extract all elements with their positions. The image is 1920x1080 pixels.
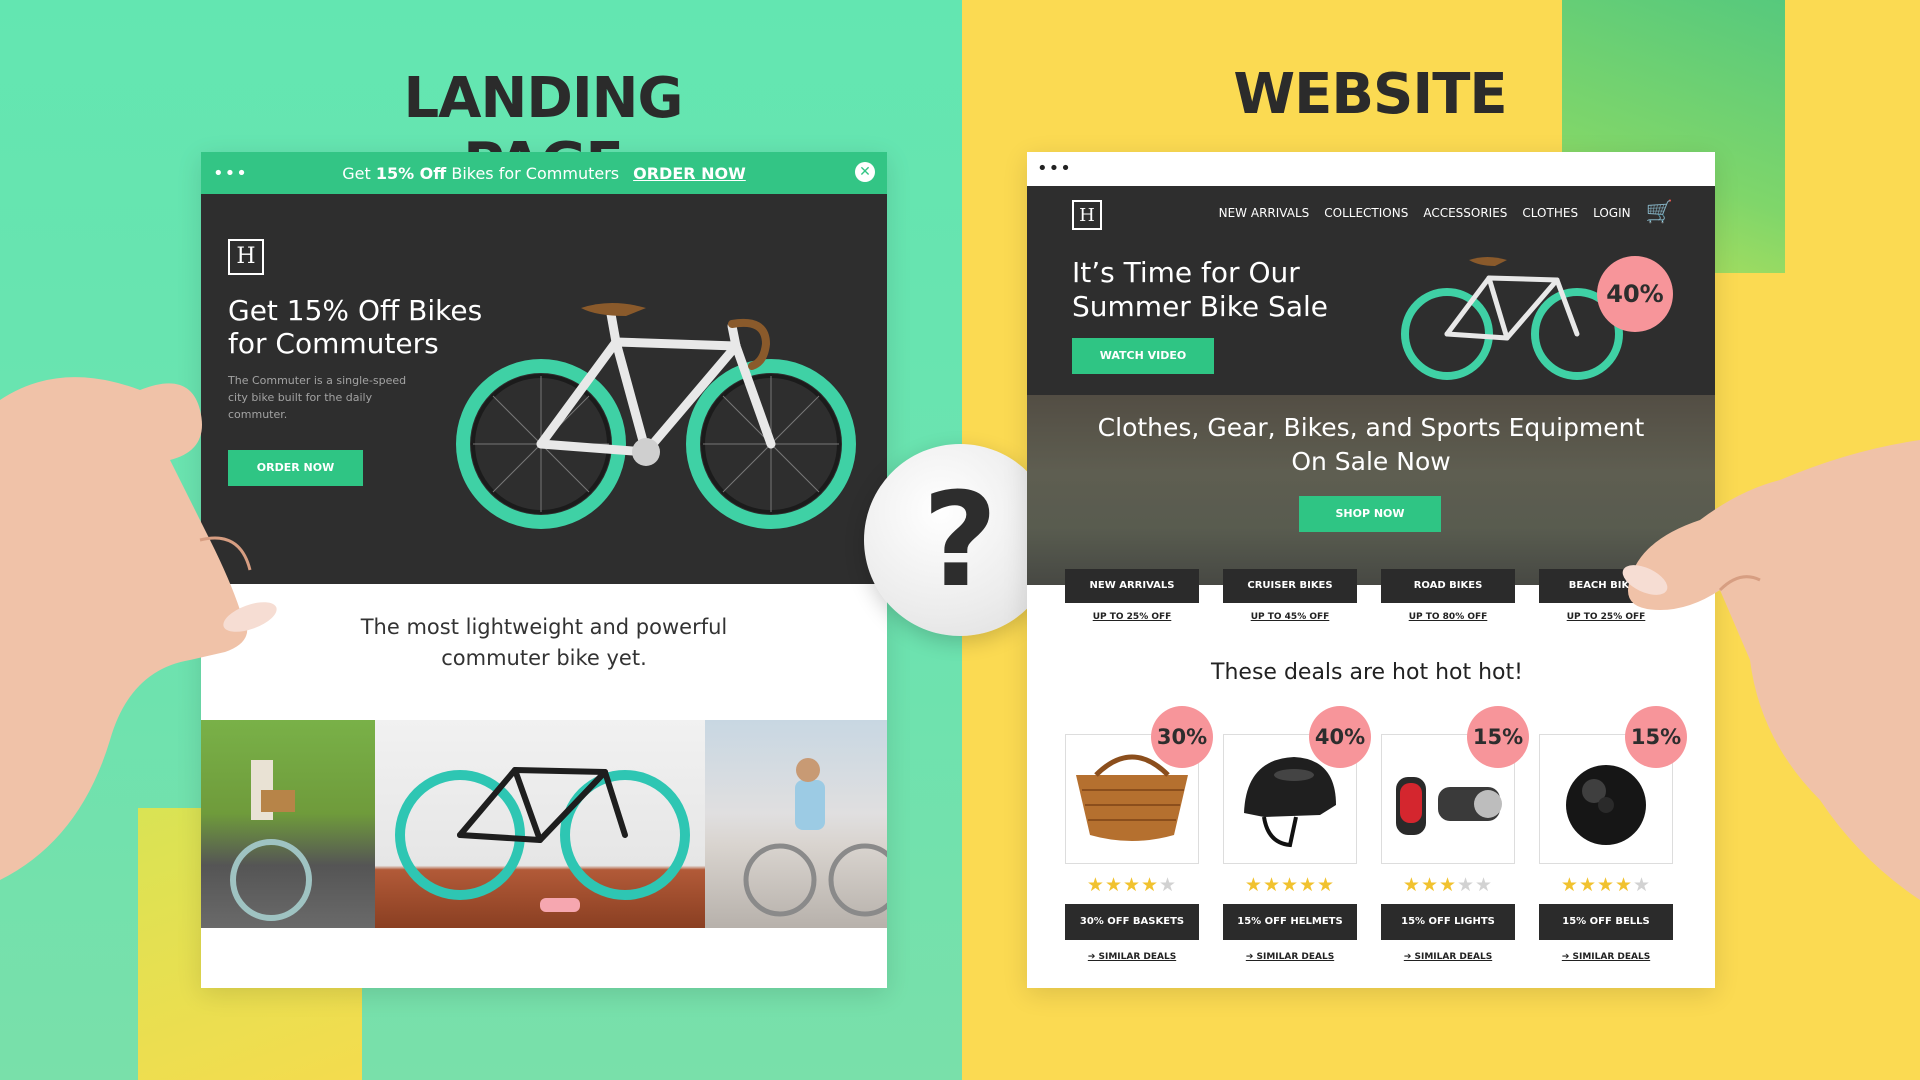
banner-title: Clothes, Gear, Bikes, and Sports Equipme… bbox=[1097, 413, 1645, 476]
landing-hero: H Get 15% Off Bikes for Commuters The Co… bbox=[201, 194, 887, 584]
nav-new-arrivals[interactable]: NEW ARRIVALS bbox=[1219, 206, 1310, 220]
nav-collections[interactable]: COLLECTIONS bbox=[1324, 206, 1408, 220]
brand-logo[interactable]: H bbox=[228, 239, 264, 275]
nav-clothes[interactable]: CLOTHES bbox=[1522, 206, 1578, 220]
similar-deals-link[interactable]: ➔ SIMILAR DEALS bbox=[1381, 952, 1515, 962]
star-rating: ★★★★★ bbox=[1086, 874, 1178, 896]
photo-man-cycling bbox=[705, 720, 887, 928]
promo-text: Get 15% Off Bikes for Commuters bbox=[342, 163, 620, 183]
category-cruiser-bikes[interactable]: CRUISER BIKES bbox=[1223, 569, 1357, 603]
website-heading: WEBSITE bbox=[1233, 62, 1507, 127]
cart-icon[interactable]: 🛒 bbox=[1646, 202, 1673, 224]
tagline: The most lightweight and powerful commut… bbox=[360, 615, 728, 670]
bike-image bbox=[1401, 257, 1623, 380]
category-discount-link[interactable]: UP TO 45% OFF bbox=[1223, 612, 1357, 622]
sale-badge: 40% bbox=[1597, 256, 1673, 332]
window-dots: ••• bbox=[1037, 158, 1072, 179]
close-icon[interactable]: ✕ bbox=[855, 162, 875, 182]
category-new-arrivals[interactable]: NEW ARRIVALS bbox=[1065, 569, 1199, 603]
similar-deals-link[interactable]: ➔ SIMILAR DEALS bbox=[1539, 952, 1673, 962]
nav-accessories[interactable]: ACCESSORIES bbox=[1423, 206, 1507, 220]
browser-bar: ••• bbox=[1027, 152, 1715, 186]
shop-now-button[interactable]: SHOP NOW bbox=[1299, 496, 1441, 532]
window-dots: ••• bbox=[213, 163, 248, 184]
deal-button[interactable]: 15% OFF BELLS bbox=[1539, 904, 1673, 940]
category-road-bikes[interactable]: ROAD BIKES bbox=[1381, 569, 1515, 603]
star-rating: ★★★★★ bbox=[1244, 874, 1336, 896]
hero-title: It’s Time for Our Summer Bike Sale bbox=[1072, 256, 1328, 323]
photo-black-teal-bike bbox=[375, 720, 705, 928]
bike-image bbox=[456, 303, 856, 529]
photo-strip bbox=[201, 720, 887, 928]
watch-video-button[interactable]: WATCH VIDEO bbox=[1072, 338, 1214, 374]
similar-deals-link[interactable]: ➔ SIMILAR DEALS bbox=[1223, 952, 1357, 962]
category-discount-link[interactable]: UP TO 80% OFF bbox=[1381, 612, 1515, 622]
discount-badge: 40% bbox=[1309, 706, 1371, 768]
discount-badge: 30% bbox=[1151, 706, 1213, 768]
discount-badge: 15% bbox=[1467, 706, 1529, 768]
category-discount-link[interactable]: UP TO 25% OFF bbox=[1065, 612, 1199, 622]
website-hero: H NEW ARRIVALS COLLECTIONS ACCESSORIES C… bbox=[1027, 186, 1715, 395]
order-now-link[interactable]: ORDER NOW bbox=[633, 164, 746, 183]
star-rating: ★★★★★ bbox=[1402, 874, 1494, 896]
similar-deals-link[interactable]: ➔ SIMILAR DEALS bbox=[1065, 952, 1199, 962]
right-hand-image bbox=[1622, 440, 1920, 900]
main-nav: NEW ARRIVALS COLLECTIONS ACCESSORIES CLO… bbox=[1219, 202, 1673, 224]
landing-page-mockup: ••• Get 15% Off Bikes for Commuters ORDE… bbox=[201, 152, 887, 988]
left-hand-image bbox=[0, 377, 277, 880]
nav-login[interactable]: LOGIN bbox=[1593, 206, 1631, 220]
deal-button[interactable]: 30% OFF BASKETS bbox=[1065, 904, 1199, 940]
brand-logo[interactable]: H bbox=[1072, 200, 1102, 230]
promo-topbar: ••• Get 15% Off Bikes for Commuters ORDE… bbox=[201, 152, 887, 194]
deal-button[interactable]: 15% OFF LIGHTS bbox=[1381, 904, 1515, 940]
deal-button[interactable]: 15% OFF HELMETS bbox=[1223, 904, 1357, 940]
